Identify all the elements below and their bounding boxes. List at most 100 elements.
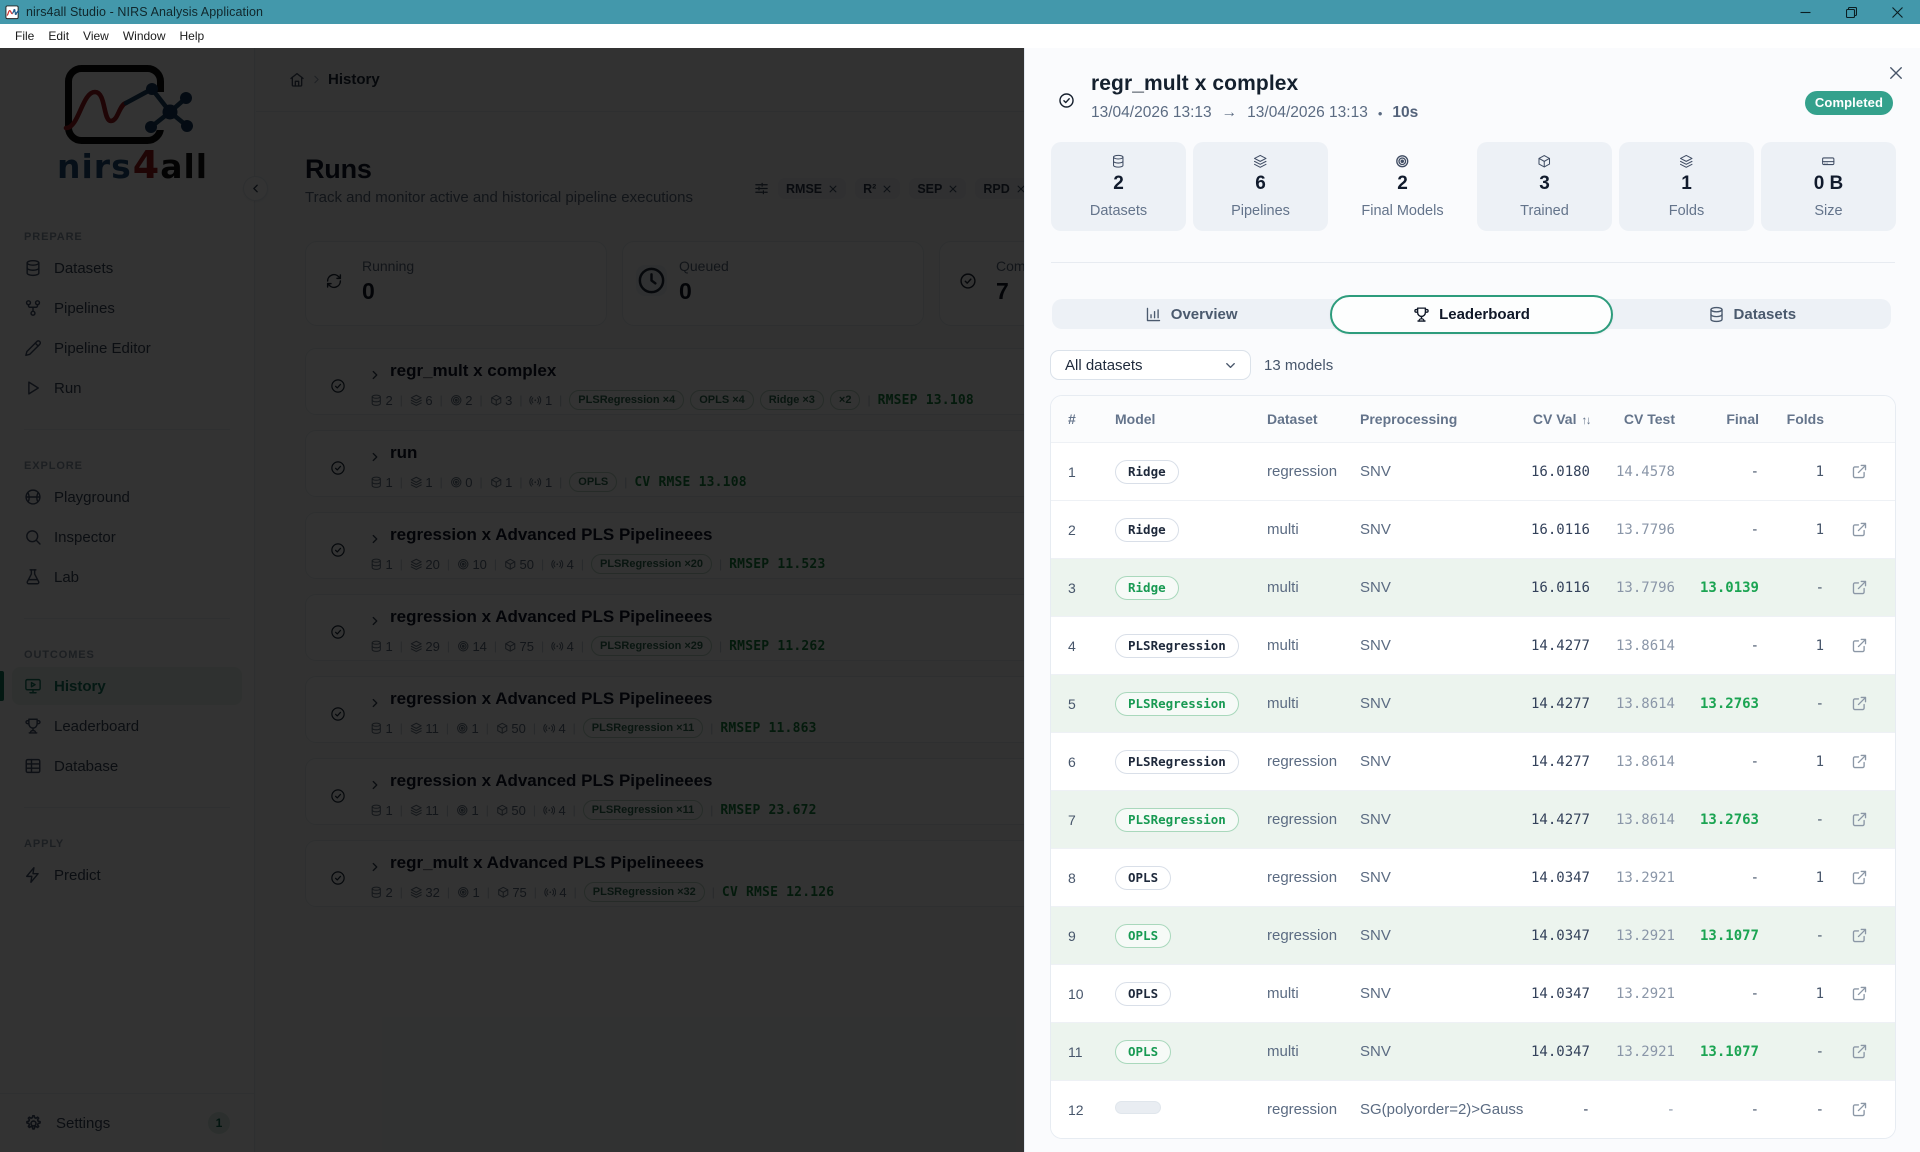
cell-final: 13.2763 [1675, 695, 1759, 713]
close-window-button[interactable] [1874, 0, 1920, 24]
close-panel-icon[interactable] [1887, 64, 1905, 82]
cell-final: 13.1077 [1675, 927, 1759, 945]
col-final[interactable]: Final [1675, 411, 1759, 427]
final-dash: - [1750, 637, 1759, 654]
final-dash: - [1750, 985, 1759, 1002]
col-cv-val[interactable]: CV Val ↑↓ [1510, 411, 1592, 427]
cell-cv-val: 14.4277 [1530, 811, 1590, 828]
cell-model: OPLS [1115, 981, 1267, 1006]
restore-button[interactable] [1828, 0, 1874, 24]
tab-overview[interactable]: Overview [1052, 299, 1330, 329]
table-row[interactable]: 11 OPLS multi SNV 14.0347 13.2921 13.107… [1051, 1022, 1895, 1080]
panel-stat-final-models: 2 Final Models [1335, 142, 1470, 231]
app-area: nirs4all PREPARE Datasets Pipelines Pipe… [0, 48, 1920, 1152]
cell-open-link[interactable] [1824, 811, 1895, 828]
panel-stat-label: Folds [1668, 202, 1705, 219]
cell-model: Ridge [1115, 459, 1267, 484]
cell-open-link[interactable] [1824, 927, 1895, 944]
cell-cv-val: - [1581, 1101, 1590, 1118]
cell-cv-test: 13.8614 [1615, 637, 1675, 654]
cell-model: PLSRegression [1115, 749, 1267, 774]
external-link-icon [1851, 811, 1868, 828]
cell-open-link[interactable] [1824, 579, 1895, 596]
col-preprocessing: Preprocessing [1360, 411, 1458, 427]
external-link-icon [1851, 869, 1868, 886]
panel-stat-value: 2 [1397, 172, 1408, 194]
cell-rank: 1 [1068, 463, 1076, 480]
table-row[interactable]: 7 PLSRegression regression SNV 14.4277 1… [1051, 790, 1895, 848]
col-cv-test[interactable]: CV Test [1590, 411, 1675, 427]
cell-cv-test: - [1666, 1101, 1675, 1118]
cell-cv-val: 14.0347 [1530, 869, 1590, 886]
menu-help[interactable]: Help [173, 24, 212, 48]
cell-model: OPLS [1115, 865, 1267, 890]
cell-model [1115, 1100, 1267, 1119]
final-value: 13.1077 [1699, 927, 1759, 944]
cell-open-link[interactable] [1824, 463, 1895, 480]
cell-model: Ridge [1115, 517, 1267, 542]
cell-open-link[interactable] [1824, 521, 1895, 538]
cell-open-link[interactable] [1824, 869, 1895, 886]
cell-open-link[interactable] [1824, 753, 1895, 770]
model-pill: Ridge [1115, 575, 1179, 600]
menu-file[interactable]: File [8, 24, 41, 48]
table-row[interactable]: 1 Ridge regression SNV 16.0180 14.4578 -… [1051, 442, 1895, 500]
menu-bar: File Edit View Window Help [0, 24, 1920, 48]
cell-cv-val: 14.4277 [1530, 637, 1590, 654]
table-row[interactable]: 10 OPLS multi SNV 14.0347 13.2921 - 1 [1051, 964, 1895, 1022]
tab-leaderboard[interactable]: Leaderboard [1330, 294, 1613, 334]
final-dash: - [1750, 463, 1759, 480]
tab-datasets[interactable]: Datasets [1613, 299, 1891, 329]
cell-folds: - [1759, 927, 1824, 945]
menu-view[interactable]: View [76, 24, 116, 48]
model-pill-empty [1115, 1100, 1161, 1114]
table-row[interactable]: 3 Ridge multi SNV 16.0116 13.7796 13.013… [1051, 558, 1895, 616]
cell-open-link[interactable] [1824, 1101, 1895, 1118]
menu-edit[interactable]: Edit [41, 24, 76, 48]
cell-dataset: regression [1267, 927, 1338, 944]
cell-folds: - [1759, 695, 1824, 713]
cell-rank: 12 [1068, 1101, 1084, 1118]
app-icon [5, 4, 20, 19]
external-link-icon [1851, 637, 1868, 654]
cell-cv-val: 14.0347 [1530, 1043, 1590, 1060]
table-row[interactable]: 4 PLSRegression multi SNV 14.4277 13.861… [1051, 616, 1895, 674]
cell-open-link[interactable] [1824, 695, 1895, 712]
cell-cv-val: 16.0116 [1530, 579, 1590, 596]
minimize-button[interactable] [1782, 0, 1828, 24]
cell-dataset: multi [1267, 695, 1299, 712]
menu-window[interactable]: Window [116, 24, 173, 48]
panel-stat-label: Datasets [1089, 202, 1148, 219]
table-header-row: # Model Dataset Preprocessing CV Val ↑↓ C… [1051, 396, 1895, 442]
cell-rank: 2 [1068, 521, 1076, 538]
cell-open-link[interactable] [1824, 1043, 1895, 1060]
tab-label: Datasets [1733, 305, 1797, 323]
cell-model: Ridge [1115, 575, 1267, 600]
cell-preprocessing: SNV [1360, 637, 1391, 654]
tab-label: Overview [1170, 305, 1238, 323]
table-row[interactable]: 12 regression SG(polyorder=2)>Gauss - - … [1051, 1080, 1895, 1138]
cell-cv-test: 13.2921 [1615, 1043, 1675, 1060]
panel-stat-label: Trained [1520, 202, 1569, 219]
table-row[interactable]: 9 OPLS regression SNV 14.0347 13.2921 13… [1051, 906, 1895, 964]
tab-label: Leaderboard [1439, 305, 1530, 323]
model-pill: PLSRegression [1115, 749, 1239, 774]
cell-cv-test: 13.8614 [1615, 811, 1675, 828]
cell-dataset: multi [1267, 637, 1299, 654]
cell-open-link[interactable] [1824, 637, 1895, 654]
panel-stat-value: 3 [1539, 172, 1550, 194]
cell-dataset: multi [1267, 579, 1299, 596]
table-row[interactable]: 6 PLSRegression regression SNV 14.4277 1… [1051, 732, 1895, 790]
table-row[interactable]: 8 OPLS regression SNV 14.0347 13.2921 - … [1051, 848, 1895, 906]
cell-rank: 6 [1068, 753, 1076, 770]
table-row[interactable]: 2 Ridge multi SNV 16.0116 13.7796 - 1 [1051, 500, 1895, 558]
dataset-filter-select[interactable]: All datasets [1050, 350, 1251, 380]
final-value: 13.2763 [1699, 695, 1759, 712]
final-value: 13.1077 [1699, 1043, 1759, 1060]
run-start-time: 13/04/2026 13:13 [1091, 104, 1212, 121]
cell-cv-test: 13.2921 [1615, 985, 1675, 1002]
cell-preprocessing: SNV [1360, 869, 1391, 886]
database-icon [1111, 154, 1126, 169]
table-row[interactable]: 5 PLSRegression multi SNV 14.4277 13.861… [1051, 674, 1895, 732]
cell-open-link[interactable] [1824, 985, 1895, 1002]
